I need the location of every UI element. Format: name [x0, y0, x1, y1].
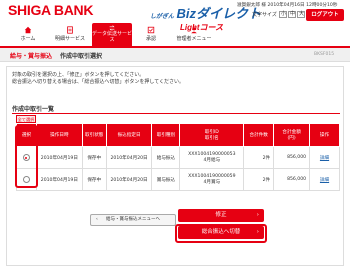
admin-icon	[191, 27, 197, 34]
breadcrumb: 給与・賞与振込 作成中取引選択 BKSF015	[0, 48, 350, 62]
row-id-name: XXX1004190000059 4月賞与	[179, 168, 245, 191]
tab-home[interactable]: ホーム	[8, 26, 48, 46]
document-icon	[67, 26, 73, 34]
row-count: 2件	[243, 168, 275, 191]
user-info: 滋賀銀太郎 様 2010年04月16日 12時00分10秒	[237, 2, 337, 8]
main-nav: ホーム 明細サービス データ伝送サービス 承認 管理者メニュー	[0, 22, 350, 48]
table-row: 2010年04月19日 保存中 2010年04月20日 賞与振込 XXX1004…	[16, 168, 340, 191]
page-title: 作成中取引選択	[60, 53, 103, 60]
tab-statements[interactable]: 明細サービス	[48, 26, 92, 46]
instructions: 対象の取引を選択の上、「修正」ボタンを押してください。 総合振込へ切り替える場合…	[12, 72, 184, 86]
switch-button-label: 総合振込へ切替	[201, 229, 241, 235]
instruction-line: 総合振込へ切り替える場合は、「総合振込へ切替」ボタンを押してください。	[12, 79, 185, 85]
tab-admin[interactable]: 管理者メニュー	[170, 26, 218, 46]
chevron-left-icon: ‹	[96, 217, 98, 222]
chevron-right-icon: ›	[256, 212, 259, 218]
breadcrumb-section: 給与・賞与振込	[10, 53, 53, 60]
row-datetime: 2010年04月19日	[35, 146, 83, 169]
service-name: Bizダイレクト	[176, 6, 262, 21]
font-size-large-button[interactable]: 大	[297, 11, 306, 18]
logout-button[interactable]: ログアウト	[306, 9, 344, 21]
font-size-label: 文字サイズ	[252, 12, 277, 18]
screen-id: BKSF015	[314, 52, 335, 57]
chevron-right-icon: ›	[256, 229, 259, 235]
row-detail-link[interactable]: 詳細	[309, 168, 340, 191]
row-status: 保存中	[81, 146, 107, 169]
bank-logo: SHIGA BANK	[8, 2, 94, 18]
row-type: 給与振込	[151, 146, 181, 169]
selection-highlight	[15, 125, 38, 188]
table-row: 2010年04月19日 保存中 2010年04月20日 給与振込 XXX1004…	[16, 146, 340, 169]
approve-icon	[147, 26, 155, 34]
row-amount: 856,000	[273, 146, 311, 169]
tab-home-label: ホーム	[20, 36, 36, 42]
row-count: 2件	[243, 146, 275, 169]
table-header-row: 選択 操作日時 取引状態 振込指定日 取引種別 取引ID 取引名 合計件数 合計…	[16, 123, 340, 147]
home-icon	[24, 26, 32, 34]
col-action: 操作	[309, 123, 340, 147]
tab-admin-label: 管理者メニュー	[176, 36, 212, 42]
col-datetime: 操作日時	[35, 123, 83, 147]
col-date: 振込指定日	[105, 123, 153, 147]
col-type: 取引種別	[151, 123, 181, 147]
row-type: 賞与振込	[151, 168, 181, 191]
font-size-control: 文字サイズ 小中大	[252, 11, 306, 18]
row-date: 2010年04月20日	[105, 168, 153, 191]
transaction-table: 選択 操作日時 取引状態 振込指定日 取引種別 取引ID 取引名 合計件数 合計…	[16, 123, 340, 191]
row-name: 4月賞与	[203, 180, 221, 185]
user-info-text: 滋賀銀太郎 様 2010年04月16日 12時00分10秒	[237, 3, 338, 8]
tab-data-transfer[interactable]: データ伝送サービス	[92, 23, 132, 46]
col-count: 合計件数	[243, 123, 275, 147]
select-all-button[interactable]: 全て選択	[16, 115, 36, 123]
font-size-medium-button[interactable]: 中	[288, 11, 297, 18]
instruction-line: 対象の取引を選択の上、「修正」ボタンを押してください。	[12, 72, 145, 78]
edit-button-label: 修正	[215, 212, 227, 218]
back-to-menu-button[interactable]: ‹ 給与・賞与振込メニューへ	[90, 214, 176, 226]
tab-data-transfer-label: データ伝送サービス	[92, 31, 133, 43]
col-amount: 合計金額 (円)	[273, 123, 311, 147]
row-id-name: XXX1004190000053 4月給与	[179, 146, 245, 169]
back-button-label: 給与・賞与振込メニューへ	[106, 217, 160, 222]
tab-approval-label: 承認	[145, 36, 156, 42]
section-title: 作成中取引一覧	[12, 104, 340, 114]
row-amount: 856,000	[273, 168, 311, 191]
row-detail-link[interactable]: 詳細	[309, 146, 340, 169]
row-status: 保存中	[81, 168, 107, 191]
font-size-small-button[interactable]: 小	[279, 11, 288, 18]
tab-approval[interactable]: 承認	[132, 26, 170, 46]
switch-to-general-transfer-button[interactable]: 総合振込へ切替 ›	[178, 226, 264, 239]
tab-statements-label: 明細サービス	[54, 36, 85, 42]
row-date: 2010年04月20日	[105, 146, 153, 169]
service-prefix: しがぎん	[150, 14, 175, 20]
row-name: 4月給与	[203, 158, 221, 163]
row-datetime: 2010年04月19日	[35, 168, 83, 191]
edit-button[interactable]: 修正 ›	[178, 209, 264, 222]
col-id-name: 取引ID 取引名	[179, 123, 245, 147]
col-status: 取引状態	[81, 123, 107, 147]
